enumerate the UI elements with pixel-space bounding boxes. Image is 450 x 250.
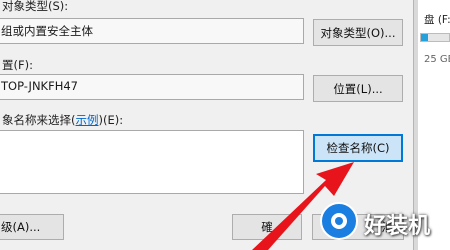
site-watermark: 好装机 [318,200,448,244]
watermark-logo-icon [320,202,358,240]
watermark-text: 好装机 [364,214,431,239]
